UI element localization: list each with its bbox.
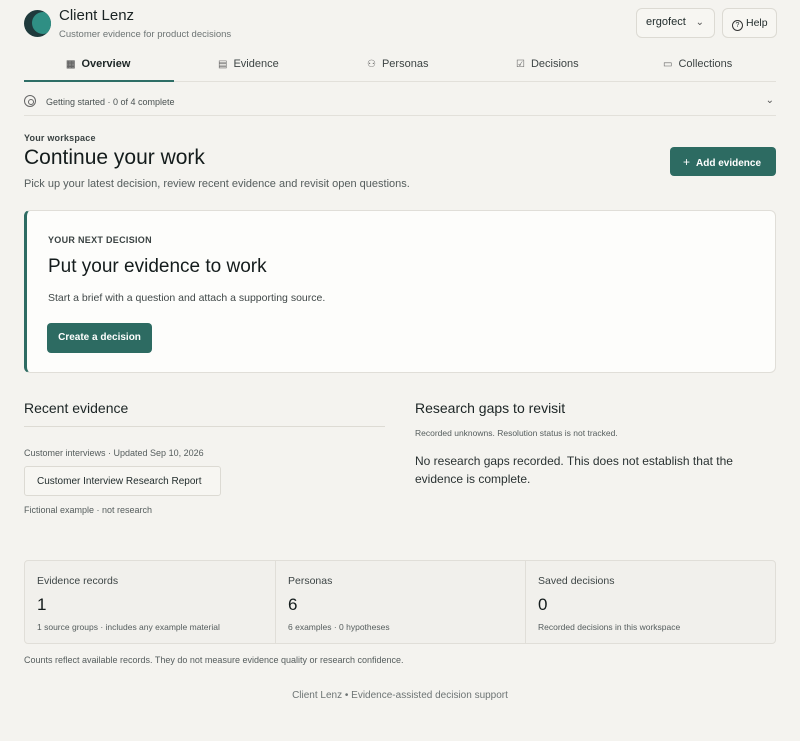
research-gaps-title: Research gaps to revisit (415, 400, 566, 416)
next-decision-eyebrow: YOUR NEXT DECISION (48, 235, 152, 245)
tab-decisions-label: Decisions (530, 58, 579, 70)
getting-started-text: Getting started · 0 of 4 complete (46, 97, 175, 107)
divider (24, 426, 385, 427)
stat-label: Personas (288, 575, 333, 587)
people-icon: ⚇ (367, 59, 376, 70)
recent-evidence-meta: Customer interviews · Updated Sep 10, 20… (24, 448, 204, 458)
stat-subtext: 6 examples · 0 hypotheses (288, 622, 390, 632)
workspace-select[interactable]: ergofect ⌄ (636, 8, 715, 38)
stat-personas: Personas 6 6 examples · 0 hypotheses (275, 561, 525, 643)
recent-evidence-note: Fictional example · not research (24, 505, 153, 515)
tab-overview[interactable]: ▦ Overview (66, 46, 130, 82)
stats-panel: Evidence records 1 1 source groups · inc… (24, 560, 776, 644)
stat-saved-decisions: Saved decisions 0 Recorded decisions in … (525, 561, 775, 643)
footer: Client Lenz • Evidence-assisted decision… (292, 690, 508, 701)
target-icon (24, 95, 36, 107)
stat-subtext: 1 source groups · includes any example m… (37, 622, 220, 632)
add-evidence-button[interactable]: + Add evidence (670, 147, 776, 176)
stat-value: 6 (288, 595, 298, 614)
create-decision-button[interactable]: Create a decision (47, 323, 152, 353)
tab-decisions[interactable]: ☑ Decisions (516, 46, 579, 82)
tab-evidence-label: Evidence (233, 58, 279, 70)
tab-collections[interactable]: ▭ Collections (663, 46, 732, 82)
app-header: Client Lenz Customer evidence for produc… (0, 0, 800, 46)
next-decision-card: YOUR NEXT DECISION Put your evidence to … (24, 210, 776, 373)
clipboard-check-icon: ☑ (516, 59, 525, 70)
getting-started-bar[interactable]: Getting started · 0 of 4 complete ⌄ (24, 90, 776, 116)
stat-subtext: Recorded decisions in this workspace (538, 622, 681, 632)
folder-icon: ▭ (663, 59, 673, 70)
stat-evidence-records: Evidence records 1 1 source groups · inc… (25, 561, 275, 643)
research-gaps-meta: Recorded unknowns. Resolution status is … (415, 428, 618, 438)
document-icon: ▤ (218, 59, 228, 70)
next-decision-description: Start a brief with a question and attach… (48, 292, 326, 304)
grid-icon: ▦ (66, 59, 76, 70)
stat-label: Evidence records (37, 575, 119, 587)
help-button[interactable]: ? Help (722, 8, 777, 38)
research-gaps-empty-state: No research gaps recorded. This does not… (415, 454, 733, 486)
app-title: Client Lenz (59, 7, 135, 24)
page-description: Pick up your latest decision, review rec… (24, 178, 410, 190)
main-tabs: ▦ Overview ▤ Evidence ⚇ Personas ☑ Decisions… (24, 46, 776, 82)
stat-value: 0 (538, 595, 548, 614)
active-tab-indicator (24, 80, 174, 82)
app-tagline: Customer evidence for product decisions (59, 29, 232, 40)
counts-note: Counts reflect available records. They d… (24, 655, 404, 665)
page-title: Continue your work (24, 146, 205, 169)
recent-evidence-title: Recent evidence (24, 400, 129, 416)
add-evidence-label: Add evidence (696, 158, 762, 169)
chevron-down-icon: ⌄ (765, 95, 774, 106)
plus-icon: + (683, 155, 691, 169)
logo-icon (24, 10, 51, 37)
tab-overview-label: Overview (81, 58, 131, 70)
tab-personas[interactable]: ⚇ Personas (367, 46, 428, 82)
workspace-select-label: ergofect (646, 16, 686, 28)
help-label: Help (746, 17, 768, 29)
next-decision-title: Put your evidence to work (48, 256, 267, 277)
evidence-item-link[interactable]: Customer Interview Research Report (24, 466, 221, 496)
stat-value: 1 (37, 595, 47, 614)
stat-label: Saved decisions (538, 575, 615, 587)
tab-evidence[interactable]: ▤ Evidence (218, 46, 279, 82)
chevron-down-icon: ⌄ (695, 17, 704, 28)
tab-personas-label: Personas (381, 58, 429, 70)
help-circle-icon: ? (732, 20, 743, 31)
tab-collections-label: Collections (678, 58, 733, 70)
workspace-eyebrow: Your workspace (24, 133, 96, 143)
